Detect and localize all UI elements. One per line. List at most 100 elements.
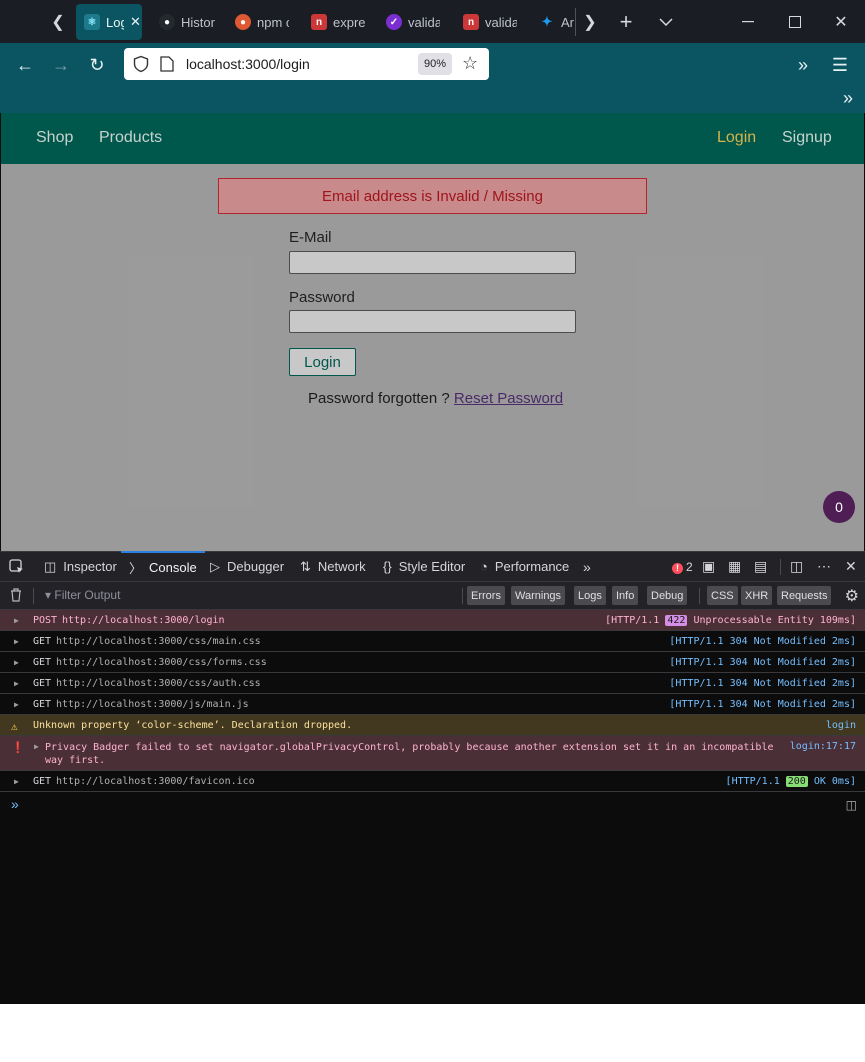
error-source-link[interactable]: login:17:17 (790, 741, 856, 752)
nav-products-link[interactable]: Products (99, 129, 162, 147)
url-bar[interactable]: localhost:3000/login 90% ☆ (124, 48, 489, 80)
warning-source-link[interactable]: login (826, 720, 856, 731)
prompt-chevron-icon: » (11, 796, 19, 812)
rulers-icon[interactable]: ▦ (728, 552, 741, 581)
more-devtools-tabs-icon[interactable]: » (583, 552, 591, 581)
error-count-value: 2 (686, 559, 693, 574)
log-row[interactable]: ▶ GET http://localhost:3000/favicon.ico … (0, 771, 865, 792)
editor-mode-icon[interactable]: ◫ (846, 798, 857, 812)
status-prefix: [HTTP/1.1 (725, 776, 786, 787)
log-url[interactable]: http://localhost:3000/js/main.js (56, 699, 249, 710)
tab-history[interactable]: ● Histor (159, 4, 219, 40)
more-tools-chevron-icon[interactable]: » (785, 43, 821, 88)
log-url[interactable]: http://localhost:3000/css/auth.css (56, 678, 261, 689)
forward-icon[interactable]: → (43, 43, 79, 88)
log-row[interactable]: ▶ POST http://localhost:3000/login [HTTP… (0, 610, 865, 631)
filter-output-input[interactable]: ▾ Filter Output (45, 588, 120, 602)
react-logo-icon: ⚛ (84, 14, 100, 30)
expand-triangle-icon[interactable]: ▶ (14, 637, 19, 646)
reset-password-link[interactable]: Reset Password (454, 390, 563, 407)
expand-triangle-icon[interactable]: ▶ (14, 658, 19, 667)
measure-icon[interactable]: ▤ (754, 552, 767, 581)
tab-debugger[interactable]: ▷ Debugger (210, 552, 284, 581)
log-row[interactable]: ▶ GET http://localhost:3000/css/main.css… (0, 631, 865, 652)
tab-validator-1[interactable]: ✓ valida (386, 4, 446, 40)
tab-label: Network (317, 559, 366, 574)
devtools-menu-icon[interactable]: ⋯ (817, 552, 831, 581)
log-status: [HTTP/1.1 304 Not Modified 2ms] (669, 657, 856, 668)
email-field[interactable] (289, 251, 576, 274)
dock-side-icon[interactable]: ◫ (790, 552, 803, 581)
tab-login[interactable]: ⚛ Log ✕ (76, 4, 142, 40)
filter-debug-button[interactable]: Debug (647, 586, 688, 605)
tab-scroll-right-icon[interactable]: ❯ (570, 0, 610, 43)
element-picker-icon[interactable] (9, 552, 31, 581)
expand-triangle-icon[interactable]: ▶ (14, 700, 19, 709)
close-tab-icon[interactable]: ✕ (130, 14, 141, 30)
filter-css-button[interactable]: CSS (707, 586, 738, 605)
tab-console[interactable]: 〉 Console (121, 551, 205, 581)
list-tabs-icon[interactable] (646, 0, 686, 43)
error-row[interactable]: ❗ ▶ Privacy Badger failed to set navigat… (0, 736, 865, 771)
zoom-indicator[interactable]: 90% (418, 53, 452, 75)
hamburger-menu-icon[interactable]: ☰ (822, 43, 858, 88)
tab-npm-search[interactable]: ● npm c (235, 4, 295, 40)
filter-errors-button[interactable]: Errors (467, 586, 505, 605)
error-count[interactable]: ! 2 (672, 552, 693, 581)
login-button[interactable]: Login (289, 348, 356, 376)
console-settings-gear-icon[interactable]: ⚙ (845, 586, 859, 606)
log-row[interactable]: ▶ GET http://localhost:3000/js/main.js [… (0, 694, 865, 715)
screenshot-icon[interactable]: ▣ (702, 552, 715, 581)
log-row[interactable]: ▶ GET http://localhost:3000/css/forms.cs… (0, 652, 865, 673)
tab-title: Log (106, 14, 124, 30)
reload-icon[interactable]: ↻ (79, 43, 115, 88)
tab-title: expres (333, 14, 365, 30)
filter-xhr-button[interactable]: XHR (741, 586, 773, 605)
filter-warnings-button[interactable]: Warnings (511, 586, 566, 605)
clear-console-icon[interactable] (10, 588, 22, 605)
tracking-protection-shield-icon[interactable] (132, 55, 150, 73)
filter-info-button[interactable]: Info (612, 586, 639, 605)
log-url[interactable]: http://localhost:3000/css/main.css (56, 636, 261, 647)
filter-requests-button[interactable]: Requests (777, 586, 832, 605)
close-window-icon[interactable]: ✕ (821, 0, 861, 43)
log-row[interactable]: ▶ GET http://localhost:3000/css/auth.css… (0, 673, 865, 694)
expand-triangle-icon[interactable]: ▶ (14, 616, 19, 625)
check-icon: ✓ (386, 14, 402, 30)
console-input[interactable]: » ◫ (0, 792, 865, 1004)
tab-validator-2[interactable]: n valida (463, 4, 523, 40)
password-field[interactable] (289, 310, 576, 333)
nav-login-link[interactable]: Login (717, 129, 756, 147)
tab-express[interactable]: n expres (311, 4, 371, 40)
nav-signup-link[interactable]: Signup (782, 129, 832, 147)
bookmarks-overflow-icon[interactable]: » (843, 88, 853, 109)
tab-inspector[interactable]: ◫ Inspector (44, 552, 117, 581)
tab-network[interactable]: ⇅ Network (300, 552, 366, 581)
log-method: GET (33, 678, 52, 689)
url-text[interactable]: localhost:3000/login (186, 56, 310, 72)
page-info-icon[interactable] (160, 56, 174, 72)
filter-logs-button[interactable]: Logs (574, 586, 606, 605)
cart-count-badge[interactable]: 0 (823, 491, 855, 523)
tab-style-editor[interactable]: {} Style Editor (383, 552, 465, 581)
log-url[interactable]: http://localhost:3000/css/forms.css (56, 657, 267, 668)
close-devtools-icon[interactable]: ✕ (845, 552, 857, 581)
warning-row[interactable]: ⚠ Unknown property ‘color-scheme’. Decla… (0, 715, 865, 736)
new-tab-icon[interactable]: + (606, 0, 646, 43)
debugger-icon: ▷ (210, 558, 220, 574)
bookmark-star-icon[interactable]: ☆ (462, 53, 478, 74)
nav-shop-link[interactable]: Shop (36, 129, 73, 147)
minimize-icon[interactable] (728, 0, 768, 43)
log-url[interactable]: http://localhost:3000/login (62, 615, 225, 626)
tab-scroll-left-icon[interactable]: ❮ (38, 0, 78, 43)
expand-triangle-icon[interactable]: ▶ (14, 777, 19, 786)
back-icon[interactable]: ← (7, 43, 43, 88)
maximize-icon[interactable] (775, 0, 815, 43)
log-url[interactable]: http://localhost:3000/favicon.ico (56, 776, 255, 787)
expand-triangle-icon[interactable]: ▶ (34, 742, 39, 751)
web-page: Shop Products Login Signup Email address… (1, 113, 864, 551)
tab-performance[interactable]: ◔ Performance (480, 552, 569, 581)
twitter-icon: ✦ (541, 14, 553, 29)
expand-triangle-icon[interactable]: ▶ (14, 679, 19, 688)
github-icon: ● (159, 14, 175, 30)
